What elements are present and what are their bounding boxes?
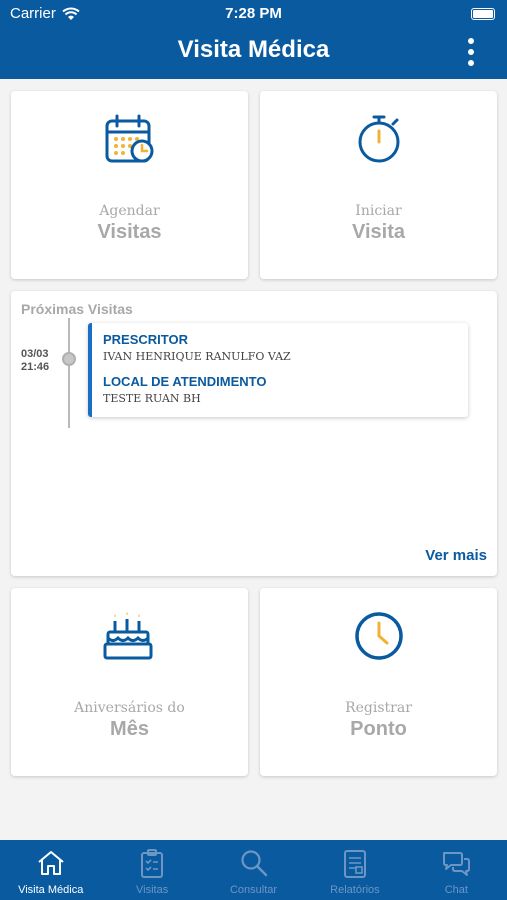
prescriber-name: IVAN HENRIQUE RANULFO VAZ xyxy=(103,350,291,363)
clock-in-label-big: Ponto xyxy=(350,718,407,740)
status-bar: Carrier 7:28 PM xyxy=(0,0,507,28)
visit-date: 03/03 xyxy=(21,348,49,360)
clock-icon xyxy=(354,612,403,660)
status-time: 7:28 PM xyxy=(225,5,282,22)
prescriber-label: PRESCRITOR xyxy=(103,332,188,347)
tab-visits[interactable]: Visitas xyxy=(101,840,202,900)
cake-icon xyxy=(103,612,152,660)
visit-time: 21:46 xyxy=(21,361,50,373)
tab-label: Chat xyxy=(444,884,468,896)
page-title: Visita Médica xyxy=(177,36,330,63)
location-label: LOCAL DE ATENDIMENTO xyxy=(103,374,267,389)
more-vertical-icon[interactable] xyxy=(465,38,477,66)
schedule-label-big: Visitas xyxy=(97,221,162,243)
timeline-dot xyxy=(62,352,76,366)
battery-icon xyxy=(471,8,495,20)
birthdays-tile[interactable]: Aniversários do Mês xyxy=(11,588,248,776)
tab-search[interactable]: Consultar xyxy=(203,840,304,900)
tab-home[interactable]: Visita Médica xyxy=(0,840,101,900)
home-icon xyxy=(38,851,64,875)
location-name: TESTE RUAN BH xyxy=(103,392,201,405)
app-header: Carrier 7:28 PM Visita Médica xyxy=(0,0,507,79)
timeline-line xyxy=(68,318,70,428)
start-label-small: Iniciar xyxy=(355,203,402,219)
stopwatch-icon xyxy=(358,115,399,163)
report-icon xyxy=(343,850,366,878)
tab-label: Visita Médica xyxy=(18,884,84,896)
birthdays-label-big: Mês xyxy=(110,718,149,740)
birthdays-label-small: Aniversários do xyxy=(74,700,185,716)
start-visit-tile[interactable]: Iniciar Visita xyxy=(260,91,497,279)
upcoming-visits-card: Próximas Visitas 03/03 21:46 PRESCRITOR … xyxy=(11,291,497,576)
tab-label: Consultar xyxy=(229,884,278,896)
tab-chat[interactable]: Chat xyxy=(406,840,507,900)
clock-in-tile[interactable]: Registrar Ponto xyxy=(260,588,497,776)
tab-label: Visitas xyxy=(136,884,169,896)
see-more-link[interactable]: Ver mais xyxy=(425,547,487,564)
start-label-big: Visita xyxy=(352,221,405,243)
search-icon xyxy=(240,850,267,877)
chat-icon xyxy=(443,852,471,876)
upcoming-visits-heading: Próximas Visitas xyxy=(21,301,133,317)
clock-in-label-small: Registrar xyxy=(345,700,412,716)
bottom-tab-bar: Visita Médica Visitas Consultar Relatóri… xyxy=(0,840,507,900)
clipboard-icon xyxy=(141,849,164,878)
tab-reports[interactable]: Relatórios xyxy=(304,840,405,900)
calendar-icon xyxy=(105,114,153,163)
tab-label: Relatórios xyxy=(330,884,380,896)
schedule-visits-tile[interactable]: Agendar Visitas xyxy=(11,91,248,279)
schedule-label-small: Agendar xyxy=(99,203,160,219)
visit-item[interactable]: PRESCRITOR IVAN HENRIQUE RANULFO VAZ LOC… xyxy=(88,323,468,417)
